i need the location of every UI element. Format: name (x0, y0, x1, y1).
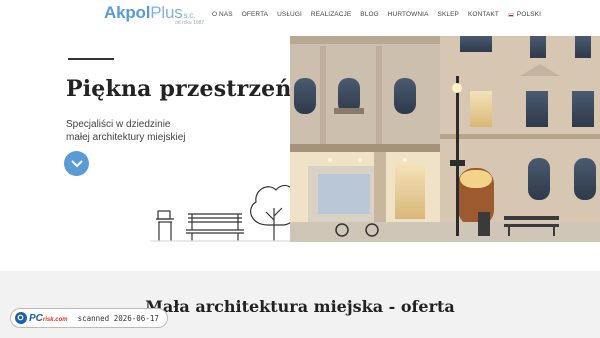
logo-tagline: od roku 1987 (175, 20, 205, 26)
pcrisk-logo-pc: PC (29, 312, 43, 324)
logo-sc-text: s.c. (183, 11, 196, 20)
scan-date-text: scanned 2026-06-17 (77, 313, 159, 323)
hero-building-photo (290, 36, 600, 242)
hero-subtitle-line1: Specjaliści w dziedzinie (66, 119, 171, 130)
pcrisk-logo: PC risk.com (15, 312, 68, 324)
language-label: POLSKI (516, 11, 541, 18)
street-furniture-illustration (150, 185, 300, 242)
bench-icon (186, 213, 244, 241)
site-header: AkpolPluss.c. od roku 1987 O NAS OFERTA … (0, 0, 600, 34)
nav-item-realizacje[interactable]: REALIZACJE (311, 11, 351, 18)
main-nav: O NAS OFERTA USŁUGI REALIZACJE BLOG HURT… (212, 11, 550, 18)
nav-item-uslugi[interactable]: USŁUGI (277, 11, 302, 18)
polish-flag-icon (507, 12, 514, 17)
nav-item-o-nas[interactable]: O NAS (212, 11, 233, 18)
scroll-down-button[interactable] (64, 151, 89, 176)
hero-subtitle: Specjaliści w dziedzinie małej architekt… (66, 118, 246, 144)
logo-main-text: Akpol (104, 3, 151, 22)
nav-item-sklep[interactable]: SKLEP (438, 11, 459, 18)
nav-item-hurtownia[interactable]: HURTOWNIA (388, 11, 429, 18)
language-switcher[interactable]: POLSKI (507, 11, 541, 18)
nav-item-blog[interactable]: BLOG (360, 11, 378, 18)
trash-bin-icon (156, 210, 174, 241)
hero-title: Piękna przestrzeń (66, 76, 292, 102)
hero-subtitle-line2: małej architektury miejskiej (66, 132, 186, 143)
hero-divider (68, 58, 114, 60)
nav-item-oferta[interactable]: OFERTA (242, 11, 268, 18)
chevron-down-icon (70, 159, 83, 167)
nav-item-kontakt[interactable]: KONTAKT (468, 11, 499, 18)
pcrisk-logo-risk: risk.com (42, 316, 68, 323)
magnifier-icon (15, 312, 27, 324)
pcrisk-watermark: PC risk.com scanned 2026-06-17 (10, 308, 168, 328)
